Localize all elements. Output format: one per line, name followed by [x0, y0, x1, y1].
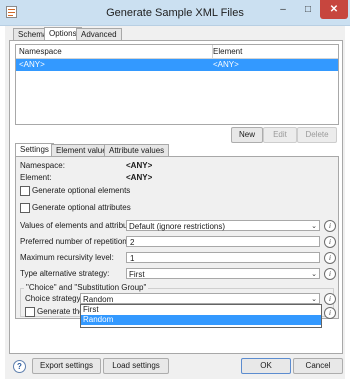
element-label: Element:: [20, 173, 52, 182]
info-icon[interactable]: i: [324, 236, 336, 248]
delete-button[interactable]: Delete: [297, 127, 337, 143]
help-icon[interactable]: ?: [13, 360, 26, 373]
info-icon[interactable]: i: [324, 293, 336, 305]
ok-button[interactable]: OK: [241, 358, 291, 374]
title-bar: Generate Sample XML Files – □ ✕: [0, 0, 350, 26]
edit-button[interactable]: Edit: [263, 127, 297, 143]
choice-strategy-select-value: Random: [83, 295, 114, 304]
optional-elements-checkbox[interactable]: [20, 186, 30, 196]
choice-group-title: "Choice" and "Substitution Group": [24, 283, 149, 292]
type-alt-label: Type alternative strategy:: [20, 269, 110, 278]
settings-panel: Namespace: <ANY> Element: <ANY> Generate…: [15, 156, 339, 328]
maximize-icon: □: [304, 4, 312, 15]
minimize-button[interactable]: –: [271, 0, 295, 19]
dropdown-option-first[interactable]: First: [81, 305, 321, 315]
preferred-reps-input[interactable]: 2: [126, 236, 320, 247]
cancel-button[interactable]: Cancel: [293, 358, 343, 374]
close-button[interactable]: ✕: [320, 0, 348, 19]
column-header-namespace[interactable]: Namespace: [16, 45, 213, 59]
type-alt-select-value: First: [129, 270, 145, 279]
tab-settings[interactable]: Settings: [15, 143, 54, 157]
element-value: <ANY>: [126, 173, 153, 182]
optional-attributes-label: Generate optional attributes: [32, 203, 131, 212]
chevron-down-icon: ⌄: [311, 223, 317, 230]
load-settings-button[interactable]: Load settings: [103, 358, 169, 374]
preferred-reps-label: Preferred number of repetitions:: [20, 237, 133, 246]
dialog-body: Schema Options Advanced Namespace Elemen…: [5, 26, 345, 379]
chevron-down-icon: ⌄: [311, 271, 317, 278]
optional-elements-label: Generate optional elements: [32, 186, 131, 195]
max-recursivity-input[interactable]: 1: [126, 252, 320, 263]
dropdown-option-random[interactable]: Random: [81, 315, 321, 325]
choice-strategy-select[interactable]: Random ⌄: [80, 293, 320, 304]
info-icon[interactable]: i: [324, 252, 336, 264]
info-icon[interactable]: i: [324, 307, 336, 319]
column-header-element[interactable]: Element: [210, 45, 338, 59]
options-panel: Namespace Element <ANY> <ANY> New Edit D…: [9, 40, 343, 354]
table-row[interactable]: <ANY> <ANY>: [16, 59, 338, 71]
optional-attributes-checkbox[interactable]: [20, 203, 30, 213]
close-icon: ✕: [329, 4, 339, 15]
generate-checkbox[interactable]: [25, 307, 35, 317]
namespace-value: <ANY>: [126, 161, 153, 170]
values-select[interactable]: Default (ignore restrictions) ⌄: [126, 220, 320, 231]
choice-strategy-dropdown: First Random: [80, 304, 322, 328]
new-button[interactable]: New: [231, 127, 263, 143]
generate-label: Generate the: [37, 307, 84, 316]
maximize-button[interactable]: □: [296, 0, 320, 19]
choice-strategy-label: Choice strategy:: [25, 294, 83, 303]
max-recursivity-label: Maximum recursivity level:: [20, 253, 114, 262]
table-cell-element: <ANY>: [213, 60, 239, 69]
table-cell-namespace: <ANY>: [19, 60, 45, 69]
minimize-icon: –: [280, 4, 286, 15]
values-label: Values of elements and attributes:: [20, 221, 141, 230]
namespace-label: Namespace:: [20, 161, 65, 170]
export-settings-button[interactable]: Export settings: [32, 358, 101, 374]
info-icon[interactable]: i: [324, 220, 336, 232]
info-icon[interactable]: i: [324, 268, 336, 280]
values-select-value: Default (ignore restrictions): [129, 222, 226, 231]
type-alt-select[interactable]: First ⌄: [126, 268, 320, 279]
element-table: Namespace Element <ANY> <ANY>: [15, 44, 339, 125]
